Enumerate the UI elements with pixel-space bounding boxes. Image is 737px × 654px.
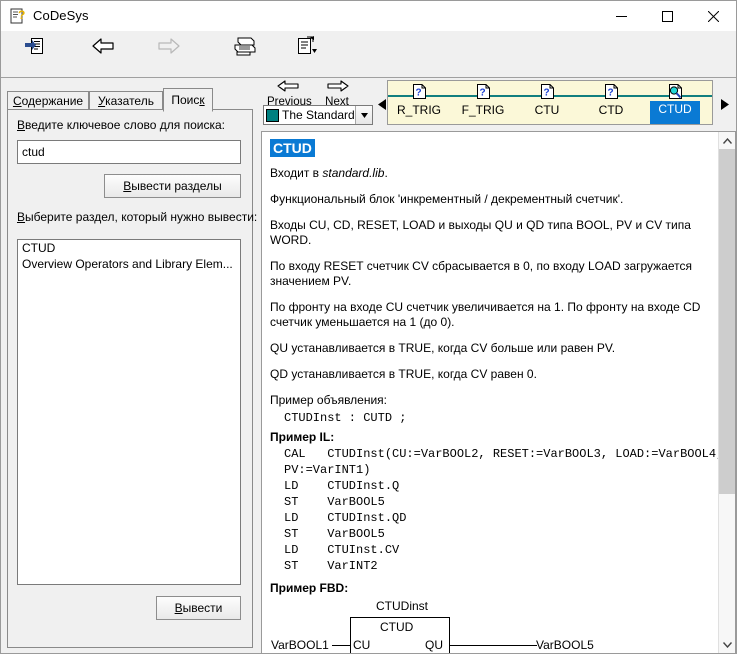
previous-link[interactable]: Previous	[267, 79, 312, 108]
help-page-icon: ?	[604, 81, 619, 102]
il-heading: Пример IL:	[270, 430, 335, 444]
declaration-code: CTUDInst : CUTD ;	[284, 411, 407, 425]
library-color-swatch	[266, 108, 279, 122]
svg-text:?: ?	[18, 8, 25, 22]
hide-pane-icon	[23, 33, 45, 59]
svg-text:?: ?	[607, 88, 613, 99]
breadcrumb-label: CTD	[598, 103, 624, 117]
fbd-output-wire-1	[450, 645, 537, 646]
tab-contents[interactable]: Содержание	[7, 91, 89, 110]
fbd-instance-name: CTUDinst	[376, 599, 429, 613]
left-arrow-icon	[276, 79, 302, 96]
help-page-search-icon	[667, 81, 684, 100]
svg-text:?: ?	[543, 88, 549, 99]
paragraph-text: Входит в	[270, 166, 323, 180]
list-topics-button[interactable]: Вывести разделы	[104, 174, 241, 198]
paragraph-library: Входит в standard.lib.	[270, 166, 710, 181]
next-link[interactable]: Next	[324, 79, 350, 108]
results-listbox[interactable]: CTUD Overview Operators and Library Elem…	[17, 239, 241, 585]
right-pane: Previous Next The Standard.l ? R_TRIG ? …	[261, 78, 736, 653]
help-document-icon: ?	[9, 7, 27, 25]
navigation-bar: Previous Next The Standard.l ? R_TRIG ? …	[261, 78, 736, 131]
svg-text:?: ?	[479, 88, 485, 99]
hide-button[interactable]	[23, 33, 45, 77]
document-body: CTUD Входит в standard.lib. Функциональн…	[262, 132, 718, 653]
breadcrumb-item-ctud[interactable]: CTUD	[646, 81, 704, 124]
fbd-diagram: CTUDinst CTUD VarBOOL1 CU CD QU VarB	[270, 599, 710, 653]
svg-text:?: ?	[415, 88, 421, 99]
list-item[interactable]: Overview Operators and Library Elem...	[18, 256, 240, 272]
breadcrumb-label: CTU	[534, 103, 560, 117]
maximize-button[interactable]	[644, 1, 690, 31]
fbd-input-wire-1	[332, 645, 350, 646]
search-pane: Введите ключевое слово для поиска: Вывес…	[7, 110, 257, 648]
close-button[interactable]	[690, 1, 736, 31]
breadcrumb-item-r-trig[interactable]: ? R_TRIG	[390, 81, 448, 124]
paragraph-io-types: Входы CU, CD, RESET, LOAD и выходы QU и …	[270, 218, 691, 247]
search-input[interactable]	[17, 140, 241, 164]
breadcrumb-item-ctu[interactable]: ? CTU	[518, 81, 576, 124]
scroll-down-button[interactable]	[719, 636, 735, 653]
scroll-thumb[interactable]	[719, 149, 735, 494]
search-keyword-label: Введите ключевое слово для поиска:	[17, 118, 226, 132]
breadcrumb-label: CTUD	[650, 101, 700, 124]
options-icon	[293, 33, 319, 59]
print-button[interactable]	[232, 33, 258, 77]
title-bar: ? CoDeSys	[1, 1, 736, 31]
il-code: CAL CTUDInst(CU:=VarBOOL2, RESET:=VarBOO…	[284, 447, 718, 573]
list-item[interactable]: CTUD	[18, 240, 240, 256]
paragraph-edge-behavior: По фронту на входе CU счетчик увеличивае…	[270, 300, 701, 329]
paragraph-reset-load: По входу RESET счетчик CV сбрасывается в…	[270, 259, 693, 288]
toolbar	[1, 31, 736, 78]
display-button[interactable]: Вывести	[156, 596, 241, 620]
fbd-output-label-1: VarBOOL5	[536, 638, 594, 652]
help-tabs: Содержание Указатель Поиск	[7, 88, 253, 112]
window-controls	[598, 1, 736, 31]
help-page-icon: ?	[476, 81, 491, 102]
fbd-block-name: CTUD	[380, 620, 414, 634]
library-dropdown[interactable]: The Standard.l	[263, 105, 373, 125]
codesys-help-window: ? CoDeSys Содержание Указатель Поиск Вве…	[0, 0, 737, 654]
library-name: The Standard.l	[282, 108, 355, 122]
fbd-input-pin-1: CU	[353, 638, 371, 652]
scroll-up-button[interactable]	[719, 132, 735, 149]
printer-icon	[232, 33, 258, 59]
help-content: CTUD Входит в standard.lib. Функциональн…	[261, 131, 736, 653]
left-pane: Содержание Указатель Поиск Введите ключе…	[1, 78, 257, 653]
paragraph-suffix: .	[384, 166, 388, 180]
fbd-heading: Пример FBD:	[270, 581, 349, 595]
content-scrollbar[interactable]	[718, 132, 735, 653]
back-button[interactable]	[90, 33, 116, 77]
back-arrow-icon	[90, 33, 116, 59]
help-page-icon: ?	[540, 81, 555, 102]
help-page-icon: ?	[412, 81, 427, 102]
tab-search[interactable]: Поиск	[163, 88, 213, 112]
breadcrumb-item-f-trig[interactable]: ? F_TRIG	[454, 81, 512, 124]
breadcrumb-item-ctd[interactable]: ? CTD	[582, 81, 640, 124]
fbd-output-pin-1: QU	[425, 638, 443, 652]
page-title: CTUD	[270, 139, 315, 157]
minimize-button[interactable]	[598, 1, 644, 31]
breadcrumb: ? R_TRIG ? F_TRIG ? CTU ? CTD CTUD	[387, 80, 713, 125]
paragraph-qu-behavior: QU устанавливается в TRUE, когда CV боль…	[270, 341, 616, 355]
window-title: CoDeSys	[33, 8, 89, 23]
scroll-right-icon[interactable]	[718, 97, 730, 111]
forward-button[interactable]	[156, 33, 182, 77]
fbd-block-top	[350, 617, 450, 618]
fbd-block-left	[350, 617, 351, 653]
breadcrumb-label: R_TRIG	[396, 103, 441, 117]
paragraph-description: Функциональный блок 'инкрементный / декр…	[270, 192, 624, 206]
tab-index[interactable]: Указатель	[89, 91, 163, 110]
chevron-down-icon[interactable]	[355, 106, 372, 124]
breadcrumb-label: F_TRIG	[461, 103, 505, 117]
declaration-heading: Пример объявления:	[270, 393, 388, 407]
forward-arrow-icon	[156, 33, 182, 59]
fbd-block-right	[449, 617, 450, 653]
right-arrow-icon	[324, 79, 350, 96]
fbd-input-label-1: VarBOOL1	[271, 638, 329, 652]
select-topic-label: Выберите раздел, который нужно вывести:	[17, 210, 258, 224]
library-name-emphasis: standard.lib	[322, 166, 385, 180]
options-button[interactable]	[293, 33, 319, 77]
paragraph-qd-behavior: QD устанавливается в TRUE, когда CV раве…	[270, 367, 537, 381]
